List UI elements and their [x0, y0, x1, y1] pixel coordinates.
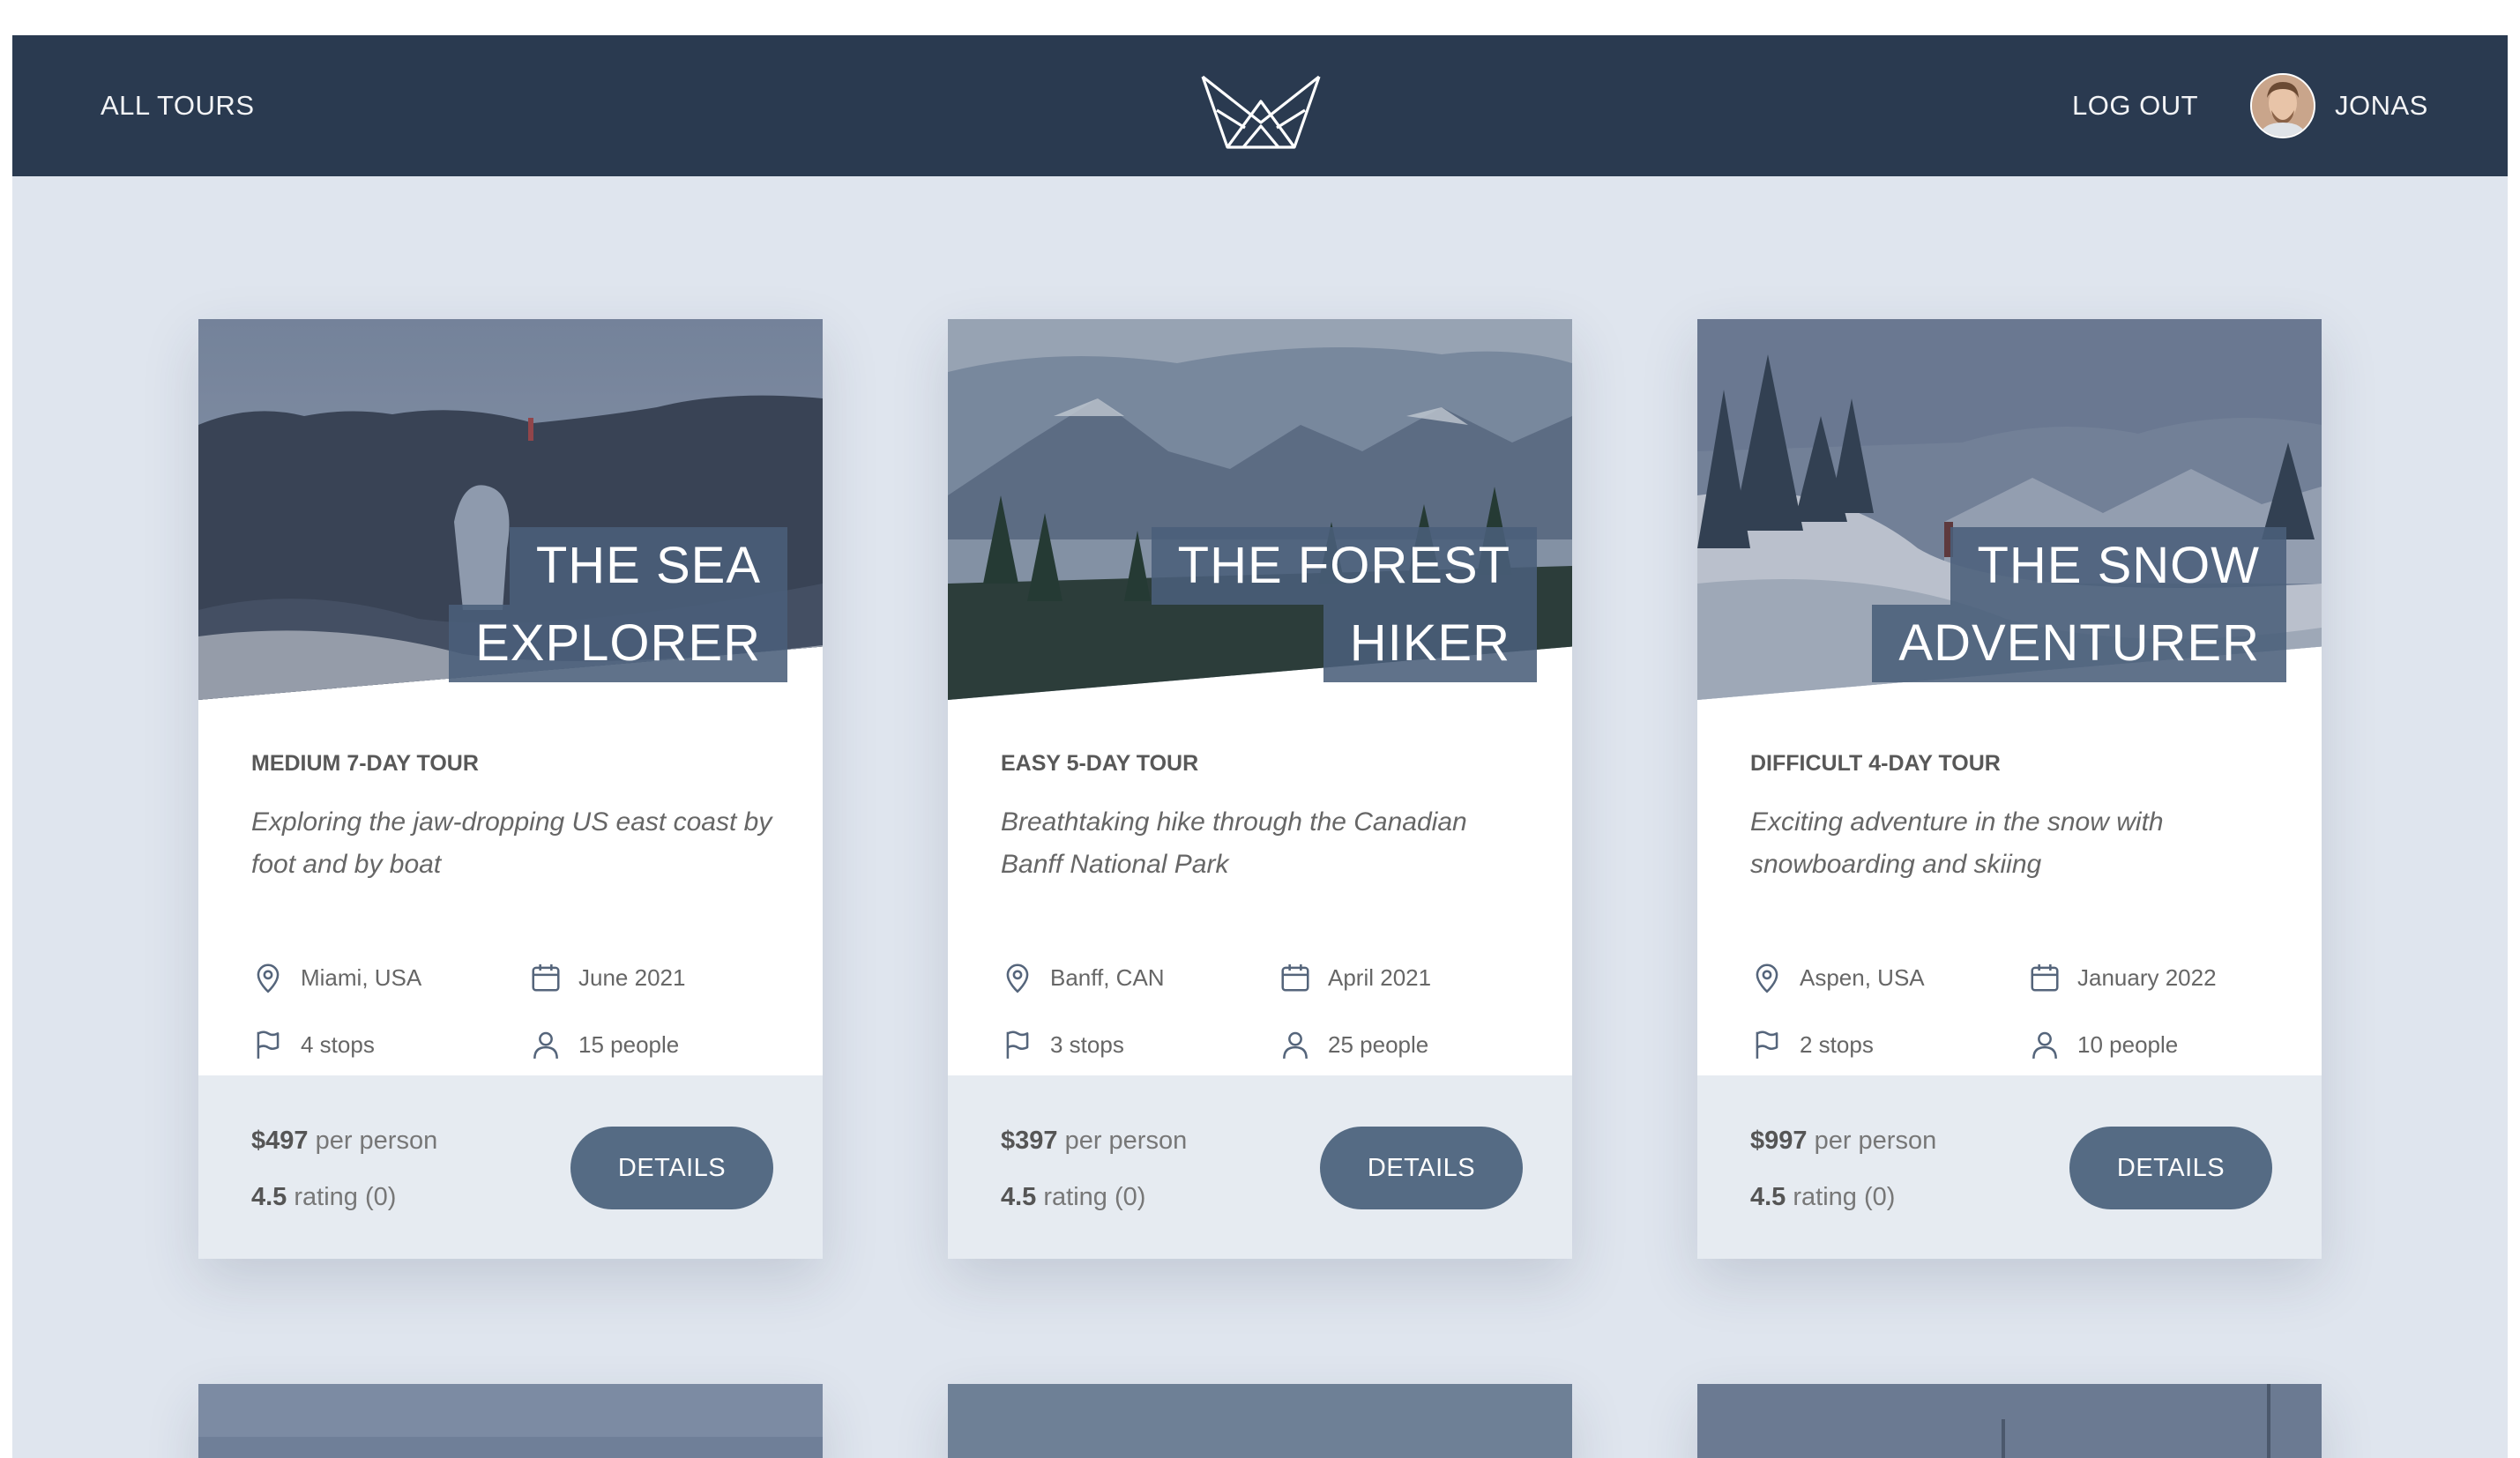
card-body: DIFFICULT 4-DAY TOUR Exciting adventure … [1750, 751, 2279, 886]
tour-title: THE SEA EXPLORER [449, 527, 787, 682]
tour-location-text: Miami, USA [301, 963, 422, 991]
tour-summary: Exciting adventure in the snow with snow… [1750, 807, 2164, 879]
tour-date-text: January 2022 [2077, 963, 2217, 991]
details-button[interactable]: DETAILS [1320, 1127, 1523, 1209]
tour-title-line-2: HIKER [1323, 605, 1537, 682]
tour-people-text: 10 people [2077, 1030, 2179, 1058]
tour-date: January 2022 [2028, 961, 2217, 994]
tour-stops-text: 3 stops [1050, 1030, 1124, 1058]
tour-people-text: 15 people [578, 1030, 680, 1058]
tour-group-size: 25 people [1279, 1028, 1428, 1061]
rating-value: 4.5 [1001, 1183, 1037, 1211]
tour-title-line-1: THE FOREST [1151, 527, 1537, 605]
tour-date-text: April 2021 [1328, 963, 1432, 991]
details-button[interactable]: DETAILS [570, 1127, 773, 1209]
card-body: EASY 5-DAY TOUR Breathtaking hike throug… [1001, 751, 1530, 886]
tour-stops-text: 4 stops [301, 1030, 375, 1058]
tour-stops: 4 stops [251, 1028, 375, 1061]
top-navigation: ALL TOURS LOG OUT JONAS [12, 35, 2508, 176]
tour-location: Banff, CAN [1001, 961, 1165, 994]
tour-rating: 4.5 rating (0) [1750, 1183, 1895, 1212]
tour-rating: 4.5 rating (0) [251, 1183, 396, 1212]
card-footer: $997 per person 4.5 rating (0) DETAILS [1697, 1075, 2322, 1259]
tour-card-next-row [1697, 1384, 2322, 1458]
price-suffix: per person [1064, 1127, 1188, 1155]
tour-people-text: 25 people [1328, 1030, 1429, 1058]
tour-date-text: June 2021 [578, 963, 686, 991]
rating-suffix: rating (0) [294, 1183, 397, 1211]
card-footer: $397 per person 4.5 rating (0) DETAILS [948, 1075, 1572, 1259]
price-value: $397 [1001, 1127, 1058, 1155]
price-value: $497 [251, 1127, 309, 1155]
logout-link[interactable]: LOG OUT [2072, 35, 2198, 176]
tour-price: $997 per person [1750, 1127, 1936, 1156]
tour-card-sea-explorer: THE SEA EXPLORER MEDIUM 7-DAY TOUR Explo… [198, 319, 823, 1259]
user-icon [2032, 1031, 2057, 1059]
tour-card-next-row [948, 1384, 1572, 1458]
all-tours-link[interactable]: ALL TOURS [101, 35, 255, 176]
tour-location-text: Aspen, USA [1800, 963, 1925, 991]
tour-title: THE SNOW ADVENTURER [1872, 527, 2286, 682]
tour-location-text: Banff, CAN [1050, 963, 1165, 991]
details-button[interactable]: DETAILS [2069, 1127, 2272, 1209]
tour-rating: 4.5 rating (0) [1001, 1183, 1145, 1212]
tour-location: Aspen, USA [1750, 961, 1925, 994]
tour-stops: 2 stops [1750, 1028, 1874, 1061]
tour-title-line-2: ADVENTURER [1872, 605, 2286, 682]
tour-stops: 3 stops [1001, 1028, 1124, 1061]
tour-title-line-1: THE SEA [509, 527, 787, 605]
user-icon [1283, 1031, 1308, 1059]
calendar-icon [2031, 963, 2059, 992]
tour-card-forest-hiker: THE FOREST HIKER EASY 5-DAY TOUR Breatht… [948, 319, 1572, 1259]
price-suffix: per person [315, 1127, 438, 1155]
tour-location: Miami, USA [251, 961, 421, 994]
tour-price: $497 per person [251, 1127, 437, 1156]
tour-difficulty: DIFFICULT 4-DAY TOUR [1750, 751, 2001, 776]
tour-date: June 2021 [529, 961, 685, 994]
price-value: $997 [1750, 1127, 1808, 1155]
card-footer: $497 per person 4.5 rating (0) DETAILS [198, 1075, 823, 1259]
tour-title-line-2: EXPLORER [449, 605, 787, 682]
tour-difficulty: EASY 5-DAY TOUR [1001, 751, 1199, 776]
rating-suffix: rating (0) [1043, 1183, 1146, 1211]
flag-icon [1006, 1030, 1029, 1059]
rating-value: 4.5 [1750, 1183, 1786, 1211]
price-suffix: per person [1814, 1127, 1937, 1155]
tour-summary: Breathtaking hike through the Canadian B… [1001, 807, 1467, 879]
tour-card-snow-adventurer: THE SNOW ADVENTURER DIFFICULT 4-DAY TOUR… [1697, 319, 2322, 1259]
crown-logo-icon[interactable] [1199, 66, 1323, 154]
tour-image [198, 1384, 823, 1458]
tour-group-size: 10 people [2028, 1028, 2178, 1061]
tour-difficulty: MEDIUM 7-DAY TOUR [251, 751, 479, 776]
app-frame: ALL TOURS LOG OUT JONAS THE SEA EXPLORER… [12, 35, 2508, 1458]
tour-date: April 2021 [1279, 961, 1431, 994]
map-pin-icon [1006, 963, 1029, 993]
tour-image [1697, 1384, 2322, 1458]
avatar [2250, 73, 2315, 138]
tour-image [948, 1384, 1572, 1458]
rating-suffix: rating (0) [1793, 1183, 1896, 1211]
calendar-icon [532, 963, 560, 992]
tour-card-next-row [198, 1384, 823, 1458]
map-pin-icon [1756, 963, 1778, 993]
rating-value: 4.5 [251, 1183, 287, 1211]
flag-icon [1756, 1030, 1778, 1059]
calendar-icon [1281, 963, 1309, 992]
tour-group-size: 15 people [529, 1028, 679, 1061]
card-body: MEDIUM 7-DAY TOUR Exploring the jaw-drop… [251, 751, 780, 886]
user-icon [533, 1031, 558, 1059]
tour-price: $397 per person [1001, 1127, 1187, 1156]
tour-summary: Exploring the jaw-dropping US east coast… [251, 807, 772, 879]
tour-title-line-1: THE SNOW [1950, 527, 2286, 605]
user-profile[interactable]: JONAS [2250, 35, 2428, 176]
flag-icon [257, 1030, 280, 1059]
user-name: JONAS [2335, 90, 2428, 121]
map-pin-icon [257, 963, 280, 993]
tour-title: THE FOREST HIKER [1151, 527, 1537, 682]
user-photo-icon [2252, 75, 2314, 137]
tour-stops-text: 2 stops [1800, 1030, 1874, 1058]
